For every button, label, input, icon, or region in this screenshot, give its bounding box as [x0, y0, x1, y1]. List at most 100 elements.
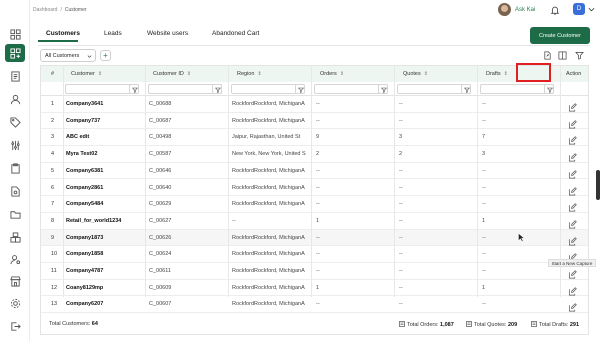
sort-icon[interactable]: ⇕ [504, 71, 508, 77]
create-customer-button[interactable]: Create Customer [530, 27, 590, 44]
user-menu[interactable]: Ask Kai [498, 3, 535, 16]
customer-name[interactable]: Company6207 [66, 301, 144, 307]
orders-filter-button[interactable] [378, 84, 388, 94]
customer-id-filter-button[interactable] [212, 84, 222, 94]
drafts-filter-input[interactable] [480, 84, 554, 94]
table-row[interactable]: 6 Company2861 C_00640 RockfordRockford, Mic… [41, 180, 588, 197]
customer-name[interactable]: Company3641 [66, 101, 144, 107]
customer-filter-input[interactable] [65, 84, 139, 94]
customer-name[interactable]: Company6381 [66, 168, 144, 174]
customer-name[interactable]: Retail_for_world1234 [66, 218, 144, 224]
tab-leads[interactable]: Leads [104, 30, 122, 37]
region-filter-button[interactable] [295, 84, 305, 94]
table-row[interactable]: 1 Company3641 C_00688 RockfordRockford, Mic… [41, 96, 588, 113]
customer-view-select[interactable]: All Customers [40, 49, 96, 62]
sidebar-tag-icon[interactable] [5, 113, 25, 131]
sidebar-settings-icon[interactable] [5, 294, 25, 312]
edit-icon[interactable] [568, 132, 578, 145]
customer-name[interactable]: Coany8129mp [66, 285, 144, 291]
column-header-customer-id[interactable]: Customer ID ⇕ [153, 71, 191, 77]
customer-id-filter-input[interactable] [148, 84, 222, 94]
table-row[interactable]: 3 ABC edit C_00498 Jaipur, Rajasthan, Unite… [41, 129, 588, 147]
account-avatar[interactable]: D [573, 3, 585, 15]
row-number: 10 [51, 251, 58, 258]
customer-name[interactable]: Company5484 [66, 201, 144, 207]
edit-icon[interactable] [568, 299, 578, 312]
edit-icon[interactable] [568, 183, 578, 195]
customer-filter-button[interactable] [129, 84, 139, 94]
export-icon[interactable] [543, 51, 552, 60]
customer-name[interactable]: Company737 [66, 118, 144, 124]
edit-icon[interactable] [568, 249, 578, 262]
chevron-down-icon[interactable] [588, 6, 595, 13]
customer-name[interactable]: ABC edit [66, 134, 144, 140]
table-row[interactable]: 7 Company5484 C_00629 RockfordRockford, Mic… [41, 196, 588, 213]
table-row[interactable]: 13 Company6207 C_00607 RockfordRockford, Mi… [41, 296, 588, 314]
table-row[interactable]: 9 Company1873 C_00626 RockfordRockford, Mic… [41, 229, 588, 247]
sidebar-clipboard-icon[interactable] [5, 159, 25, 177]
tooltip: Start a New Capture [548, 259, 596, 267]
sidebar-store-icon[interactable] [5, 272, 25, 290]
drafts-count: -- [482, 251, 486, 258]
sidebar-user-settings-icon[interactable] [5, 250, 25, 268]
sort-icon[interactable]: ⇕ [187, 71, 191, 77]
edit-icon[interactable] [568, 233, 578, 246]
user-name[interactable]: Ask Kai [515, 7, 535, 13]
filter-icon[interactable] [575, 51, 584, 60]
drafts-filter-button[interactable] [544, 84, 554, 94]
edit-icon[interactable] [568, 216, 578, 229]
table-row[interactable]: 10 Company1858 C_00624 RockfordRockford, Mi… [41, 246, 588, 263]
sort-icon[interactable]: ⇕ [424, 71, 428, 77]
sidebar-document-icon[interactable] [5, 67, 25, 85]
add-view-button[interactable]: + [100, 50, 111, 61]
orders-icon [399, 321, 405, 327]
customer-id: C_00627 [149, 217, 172, 224]
sidebar-logout-icon[interactable] [5, 317, 25, 335]
table-row[interactable]: 5 Company6381 C_00646 RockfordRockford, Mic… [41, 163, 588, 180]
edit-icon[interactable] [568, 99, 578, 112]
columns-icon[interactable] [558, 51, 567, 60]
sidebar-sliders-icon[interactable] [5, 136, 25, 154]
sidebar-file-search-icon[interactable] [5, 182, 25, 200]
column-header-customer[interactable]: Customer ⇕ [71, 71, 102, 77]
tab-website-users[interactable]: Website users [147, 30, 188, 37]
sidebar-boxes-icon[interactable] [5, 228, 25, 246]
customer-name[interactable]: Company1873 [66, 235, 144, 241]
table-row[interactable]: 12 Coany8129mp C_00609 RockfordRockford, Mi… [41, 280, 588, 297]
bell-icon[interactable] [550, 5, 560, 15]
edit-icon[interactable] [568, 266, 578, 279]
sidebar-user-icon[interactable] [5, 90, 25, 108]
customer-name[interactable]: Company4787 [66, 268, 144, 274]
customer-name[interactable]: Company1858 [66, 251, 144, 257]
column-header-drafts[interactable]: Drafts ⇕ [486, 71, 508, 77]
column-header-region[interactable]: Region ⇕ [237, 71, 262, 77]
scrollbar-thumb[interactable] [596, 170, 600, 200]
sidebar-folder-icon[interactable] [5, 205, 25, 223]
sort-icon[interactable]: ⇕ [98, 71, 102, 77]
table-row[interactable]: 2 Company737 C_00687 RockfordRockford, Mich… [41, 113, 588, 130]
sidebar-home-icon[interactable] [5, 25, 25, 43]
sidebar-customers-icon[interactable] [5, 44, 25, 62]
quotes-filter-input[interactable] [397, 84, 471, 94]
edit-icon[interactable] [568, 283, 578, 296]
edit-icon[interactable] [568, 149, 578, 162]
edit-icon[interactable] [568, 116, 578, 129]
breadcrumb-root[interactable]: Dashboard [33, 7, 57, 13]
tab-customers[interactable]: Customers [46, 30, 80, 37]
edit-icon[interactable] [568, 166, 578, 179]
quotes-filter-button[interactable] [461, 84, 471, 94]
customer-name[interactable]: Myra Test02 [66, 151, 144, 157]
region-filter-input[interactable] [231, 84, 305, 94]
table-row[interactable]: 4 Myra Test02 C_00587 New York, New York, U… [41, 146, 588, 163]
edit-icon[interactable] [568, 199, 578, 212]
customer-name[interactable]: Company2861 [66, 185, 144, 191]
tab-abandoned-cart[interactable]: Abandoned Cart [212, 30, 259, 37]
table-row[interactable]: 8 Retail_for_world1234 C_00627 -- 1 -- 1 [41, 213, 588, 230]
column-header-orders[interactable]: Orders ⇕ [320, 71, 344, 77]
table-row[interactable]: 11 Company4787 C_00611 RockfordRockford, Mi… [41, 263, 588, 280]
column-header-quotes[interactable]: Quotes ⇕ [403, 71, 428, 77]
orders-filter-input[interactable] [314, 84, 388, 94]
sort-icon[interactable]: ⇕ [340, 71, 344, 77]
sort-icon[interactable]: ⇕ [257, 71, 261, 77]
avatar[interactable] [498, 3, 511, 16]
